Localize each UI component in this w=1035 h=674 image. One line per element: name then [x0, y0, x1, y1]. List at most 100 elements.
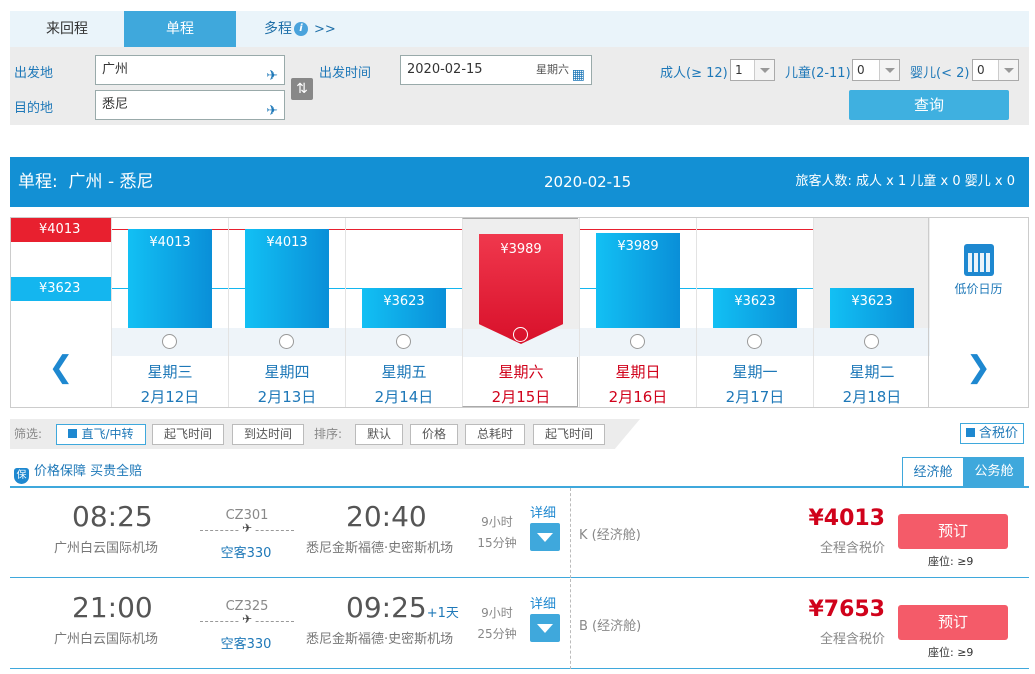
dep-time: 08:25	[72, 500, 153, 533]
calendar-day[interactable]: ¥3623 星期五 2月14日	[345, 218, 462, 407]
child-select[interactable]: 0	[852, 59, 900, 81]
aircraft-link[interactable]: 空客330	[196, 542, 296, 561]
from-label: 出发地	[14, 66, 54, 81]
price-bar[interactable]: ¥4013	[245, 229, 329, 328]
sort-default-button[interactable]: 默认	[355, 424, 403, 445]
tab-round-trip[interactable]: 来回程	[10, 11, 124, 47]
day-radio[interactable]	[630, 334, 645, 349]
low-price-calendar-button[interactable]: 低价日历	[928, 218, 1028, 328]
arr-time-filter-button[interactable]: 到达时间	[232, 424, 304, 445]
day-radio[interactable]	[396, 334, 411, 349]
arr-time: 09:25+1天	[346, 591, 459, 624]
calendar-day[interactable]: ¥4013 星期三 2月12日	[111, 218, 228, 407]
price: ¥7653	[808, 597, 885, 622]
price-bar[interactable]: ¥3623	[713, 288, 797, 328]
day-weekday: 星期五	[381, 363, 427, 381]
sort-label: 排序:	[314, 427, 343, 441]
day-date: 2月16日	[608, 388, 668, 406]
dep-time: 21:00	[72, 591, 153, 624]
seat-count: 座位: ≥9	[928, 555, 974, 568]
price-bar[interactable]: ¥3989	[596, 232, 680, 328]
day-weekday: 星期六	[498, 363, 544, 381]
legend-high-price: ¥4013	[11, 218, 111, 242]
duration: 9小时 25分钟	[477, 603, 517, 645]
route-type: 单程:	[18, 172, 58, 192]
radio-row	[112, 328, 228, 356]
takeoff-icon: ✈	[266, 68, 278, 84]
price: ¥4013	[808, 506, 885, 531]
price-bar[interactable]: ¥3623	[830, 288, 914, 328]
tab-one-way[interactable]: 单程	[124, 11, 236, 47]
detail-link[interactable]: 详细	[530, 502, 556, 521]
day-radio[interactable]	[513, 327, 528, 342]
tab-business[interactable]: 公务舱	[964, 457, 1024, 486]
calendar-day[interactable]: ¥3989 星期六 2月15日	[462, 218, 579, 407]
to-input[interactable]: 悉尼 ✈	[95, 90, 285, 120]
sort-total-time-button[interactable]: 总耗时	[465, 424, 525, 445]
to-label: 目的地	[14, 101, 54, 116]
duration-hours: 9小时	[481, 606, 513, 620]
day-date: 2月13日	[257, 388, 317, 406]
route-date: 2020-02-15	[544, 173, 632, 191]
route-bar: 单程: 广州 - 悉尼 2020-02-15 旅客人数: 成人 x 1 儿童 x…	[10, 157, 1029, 207]
price-bar[interactable]: ¥3623	[362, 288, 446, 328]
checkbox-icon	[68, 429, 78, 438]
adult-select[interactable]: 1	[730, 59, 775, 81]
duration-minutes: 15分钟	[477, 536, 517, 550]
sort-price-button[interactable]: 价格	[410, 424, 458, 445]
day-date: 2月15日	[491, 388, 551, 406]
calendar-day[interactable]: ¥3989 星期日 2月16日	[579, 218, 696, 407]
query-button[interactable]: 查询	[849, 90, 1009, 120]
chevron-down-icon	[998, 60, 1018, 80]
sort-dep-time-button[interactable]: 起飞时间	[533, 424, 605, 445]
tab-multi-city-label: 多程	[264, 21, 292, 37]
book-button[interactable]: 预订	[898, 605, 1008, 640]
price-guarantee[interactable]: 保价格保障 买贵全赔	[14, 460, 142, 484]
tab-economy[interactable]: 经济舱	[902, 457, 964, 486]
dep-airport: 广州白云国际机场	[54, 541, 159, 556]
expand-chevron-icon[interactable]	[530, 523, 560, 551]
day-radio[interactable]	[747, 334, 762, 349]
cabin-class: B (经济舱)	[579, 619, 642, 634]
day-weekday: 星期日	[615, 363, 661, 381]
day-radio[interactable]	[279, 334, 294, 349]
from-input[interactable]: 广州 ✈	[95, 55, 285, 85]
date-label: 出发时间	[319, 66, 372, 81]
calendar-day[interactable]: ¥4013 星期四 2月13日	[228, 218, 345, 407]
trip-type-tabs: 来回程 单程 多程 i >>	[10, 11, 1029, 47]
day-radio[interactable]	[162, 334, 177, 349]
tab-multi-city[interactable]: 多程 i >>	[264, 11, 384, 47]
calendar-day[interactable]: ¥3623 星期一 2月17日	[696, 218, 813, 407]
infant-select[interactable]: 0	[972, 59, 1019, 81]
tax-included-toggle[interactable]: 含税价	[960, 423, 1024, 444]
book-button[interactable]: 预订	[898, 514, 1008, 549]
info-icon[interactable]: i	[294, 22, 308, 36]
date-input[interactable]: 2020-02-15 星期六 ▦	[400, 55, 592, 85]
dep-time-filter-button[interactable]: 起飞时间	[152, 424, 224, 445]
swap-cities-icon[interactable]: ⇅	[291, 78, 313, 100]
flight-row: 08:25 广州白云国际机场 CZ301 ✈ 空客330 20:40 悉尼金斯福…	[10, 488, 1029, 578]
legend-low-price: ¥3623	[11, 277, 111, 301]
prev-week-chevron-icon[interactable]: ❮	[11, 328, 111, 407]
guarantee-text: 价格保障 买贵全赔	[34, 464, 143, 479]
price-label: 全程含税价	[819, 632, 885, 647]
tax-included-label: 含税价	[978, 426, 1018, 441]
route-cities: 广州 - 悉尼	[68, 172, 154, 192]
child-value: 0	[857, 63, 865, 77]
day-radio[interactable]	[864, 334, 879, 349]
duration-hours: 9小时	[481, 515, 513, 529]
detail-link[interactable]: 详细	[530, 593, 556, 612]
direct-filter-button[interactable]: 直飞/中转	[56, 424, 146, 445]
calendar-icon[interactable]: ▦	[572, 61, 585, 89]
calendar-day[interactable]: ¥3623 星期二 2月18日	[813, 218, 930, 407]
dep-airport: 广州白云国际机场	[54, 632, 159, 647]
expand-chevron-icon[interactable]	[530, 614, 560, 642]
day-weekday: 星期一	[732, 363, 778, 381]
price-bar[interactable]: ¥4013	[128, 229, 212, 328]
aircraft-link[interactable]: 空客330	[196, 633, 296, 652]
next-week-chevron-icon[interactable]: ❯	[928, 328, 1028, 407]
chevron-down-icon	[879, 60, 899, 80]
duration: 9小时 15分钟	[477, 512, 517, 554]
day-weekday: 星期四	[264, 363, 310, 381]
search-panel: 出发地 广州 ✈ 目的地 悉尼 ✈ ⇅ 出发时间 2020-02-15 星期六 …	[10, 47, 1029, 125]
